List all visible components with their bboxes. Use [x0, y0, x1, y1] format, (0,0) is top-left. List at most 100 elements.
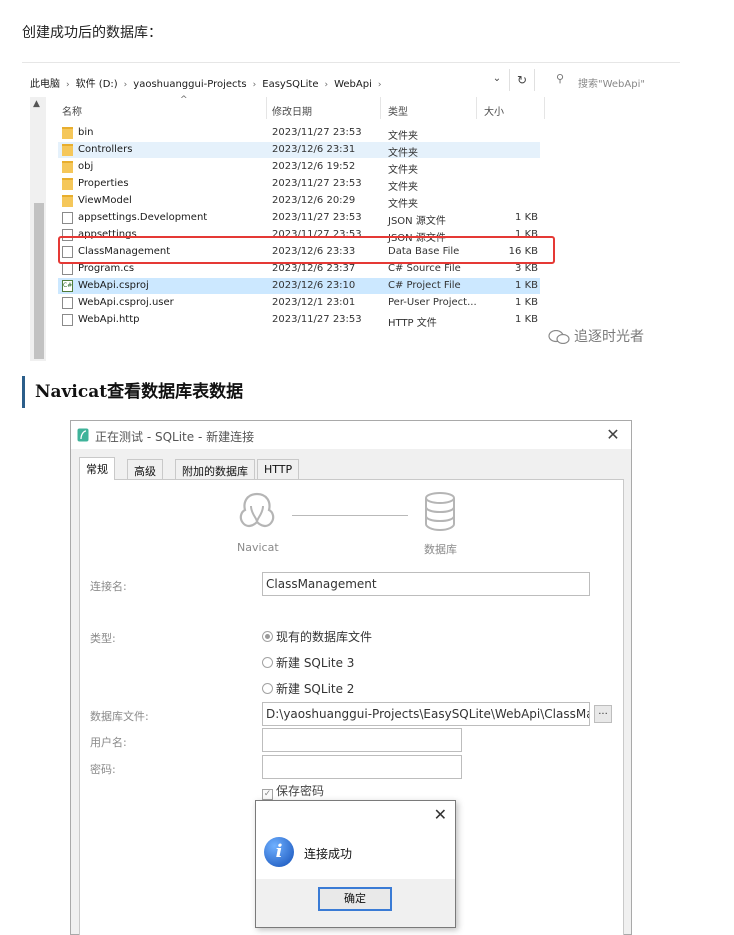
- scroll-up-icon[interactable]: ▲: [33, 99, 40, 109]
- scrollbar-thumb[interactable]: [34, 203, 44, 359]
- radio-new-sqlite3[interactable]: 新建 SQLite 3: [262, 654, 354, 671]
- csproj-file-icon: C#: [62, 280, 73, 292]
- chevron-right-icon: ›: [324, 80, 329, 90]
- database-icon: [425, 492, 455, 532]
- file-explorer: 此电脑 › 软件 (D:) › yaoshuanggui-Projects › EasySQ…: [22, 62, 680, 362]
- http-file-icon: [62, 314, 73, 326]
- tab-attached-databases[interactable]: 附加的数据库: [175, 459, 255, 479]
- file-date: 2023/11/27 23:53: [272, 212, 362, 223]
- radio-label: 现有的数据库文件: [276, 630, 373, 644]
- column-divider[interactable]: [266, 97, 267, 119]
- file-type: C# Project File: [388, 280, 461, 291]
- chevron-right-icon: ›: [377, 80, 382, 90]
- navicat-logo-icon: [239, 492, 275, 528]
- radio-existing-db[interactable]: 现有的数据库文件: [262, 628, 372, 645]
- close-icon[interactable]: ✕: [434, 805, 447, 824]
- page: 创建成功后的数据库： 此电脑 › 软件 (D:) › yaoshuanggui-Proj…: [0, 0, 734, 935]
- connection-name-input[interactable]: ClassManagement: [262, 572, 590, 596]
- chevron-down-icon[interactable]: ⌄: [490, 73, 504, 87]
- file-name: Properties: [78, 178, 129, 189]
- file-row[interactable]: bin 2023/11/27 23:53 文件夹: [58, 125, 540, 142]
- file-name: WebApi.csproj: [78, 280, 149, 291]
- file-row[interactable]: Controllers 2023/12/6 23:31 文件夹: [58, 142, 540, 159]
- radio-button[interactable]: [262, 657, 273, 668]
- navigation-scrollbar[interactable]: ▲: [30, 97, 46, 361]
- file-date: 2023/12/6 23:37: [272, 263, 356, 274]
- checkbox-check-icon[interactable]: ✓: [262, 789, 273, 800]
- sort-ascending-icon: ^: [180, 95, 188, 105]
- column-name[interactable]: 名称: [62, 103, 82, 118]
- file-type: Per-User Project...: [388, 297, 477, 308]
- column-size[interactable]: 大小: [484, 103, 504, 118]
- file-row[interactable]: appsettings.Development 2023/11/27 23:53…: [58, 210, 540, 227]
- ok-button[interactable]: 确定: [318, 887, 392, 911]
- password-label: 密码:: [90, 763, 116, 776]
- tab-http[interactable]: HTTP: [257, 459, 300, 479]
- file-size: 3 KB: [515, 263, 538, 274]
- file-date: 2023/12/6 20:29: [272, 195, 356, 206]
- column-divider[interactable]: [544, 97, 545, 119]
- db-file-input[interactable]: D:\yaoshuanggui-Projects\EasySQLite\WebA…: [262, 702, 590, 726]
- breadcrumb-item[interactable]: yaoshuanggui-Projects: [133, 79, 246, 90]
- navicat-app-icon: [77, 428, 89, 442]
- column-divider[interactable]: [476, 97, 477, 119]
- breadcrumb-item[interactable]: WebApi: [334, 79, 372, 90]
- address-bar[interactable]: 此电脑 › 软件 (D:) › yaoshuanggui-Projects › EasySQ…: [22, 67, 680, 93]
- cs-file-icon: [62, 263, 73, 275]
- password-input[interactable]: [262, 755, 462, 779]
- highlight-box: [58, 236, 555, 264]
- file-type: JSON 源文件: [388, 216, 446, 227]
- close-icon[interactable]: ✕: [603, 425, 623, 444]
- database-label: 数据库: [424, 543, 457, 556]
- column-type[interactable]: 类型: [388, 103, 408, 118]
- tab-advanced[interactable]: 高级: [127, 459, 163, 479]
- file-row[interactable]: WebApi.csproj.user 2023/12/1 23:01 Per-U…: [58, 295, 540, 311]
- file-type: HTTP 文件: [388, 318, 437, 329]
- watermark: 追逐时光者: [548, 326, 644, 346]
- chevron-right-icon: ›: [66, 80, 70, 90]
- search-box[interactable]: ⚲ 搜索"WebApi": [548, 71, 680, 91]
- file-name: appsettings.Development: [78, 212, 208, 223]
- file-name: Program.cs: [78, 263, 135, 274]
- tab-general[interactable]: 常规: [79, 457, 115, 480]
- chevron-right-icon: ›: [123, 80, 128, 90]
- file-type: 文件夹: [388, 182, 418, 193]
- file-row[interactable]: ViewModel 2023/12/6 20:29 文件夹: [58, 193, 540, 210]
- browse-button[interactable]: ...: [594, 705, 612, 723]
- file-row[interactable]: obj 2023/12/6 19:52 文件夹: [58, 159, 540, 176]
- json-file-icon: [62, 212, 73, 224]
- file-name: WebApi.csproj.user: [78, 297, 174, 308]
- file-date: 2023/11/27 23:53: [272, 314, 362, 325]
- radio-label: 新建 SQLite 2: [276, 682, 355, 696]
- column-divider[interactable]: [380, 97, 381, 119]
- file-date: 2023/11/27 23:53: [272, 127, 362, 138]
- folder-icon: [62, 178, 73, 190]
- folder-icon: [62, 195, 73, 207]
- save-password-checkbox[interactable]: ✓ 保存密码: [262, 782, 324, 800]
- dialog-titlebar[interactable]: 正在测试 - SQLite - 新建连接 ✕: [71, 421, 631, 449]
- folder-icon: [62, 144, 73, 156]
- radio-button[interactable]: [262, 683, 273, 694]
- breadcrumb-item[interactable]: 此电脑: [30, 79, 60, 90]
- message-body: i 连接成功: [256, 829, 455, 879]
- username-label: 用户名:: [90, 736, 127, 749]
- message-titlebar[interactable]: ✕: [256, 801, 455, 829]
- refresh-icon[interactable]: ↻: [509, 69, 535, 91]
- file-row[interactable]: C# WebApi.csproj 2023/12/6 23:10 C# Proj…: [58, 278, 540, 294]
- file-size: 1 KB: [515, 212, 538, 223]
- file-size: 1 KB: [515, 314, 538, 325]
- column-header: ^ 名称 修改日期 类型 大小: [48, 95, 568, 119]
- file-row[interactable]: WebApi.http 2023/11/27 23:53 HTTP 文件 1 K…: [58, 312, 540, 329]
- info-icon: i: [264, 837, 294, 867]
- radio-label: 新建 SQLite 3: [276, 656, 355, 670]
- connection-success-dialog: ✕ i 连接成功 确定: [255, 800, 456, 928]
- folder-icon: [62, 161, 73, 173]
- column-date[interactable]: 修改日期: [272, 103, 312, 118]
- file-row[interactable]: Properties 2023/11/27 23:53 文件夹: [58, 176, 540, 193]
- breadcrumb-item[interactable]: EasySQLite: [262, 79, 318, 90]
- radio-new-sqlite2[interactable]: 新建 SQLite 2: [262, 680, 354, 697]
- username-input[interactable]: [262, 728, 462, 752]
- db-file-label: 数据库文件:: [90, 710, 149, 723]
- breadcrumb-item[interactable]: 软件 (D:): [76, 79, 118, 90]
- radio-button[interactable]: [262, 631, 273, 642]
